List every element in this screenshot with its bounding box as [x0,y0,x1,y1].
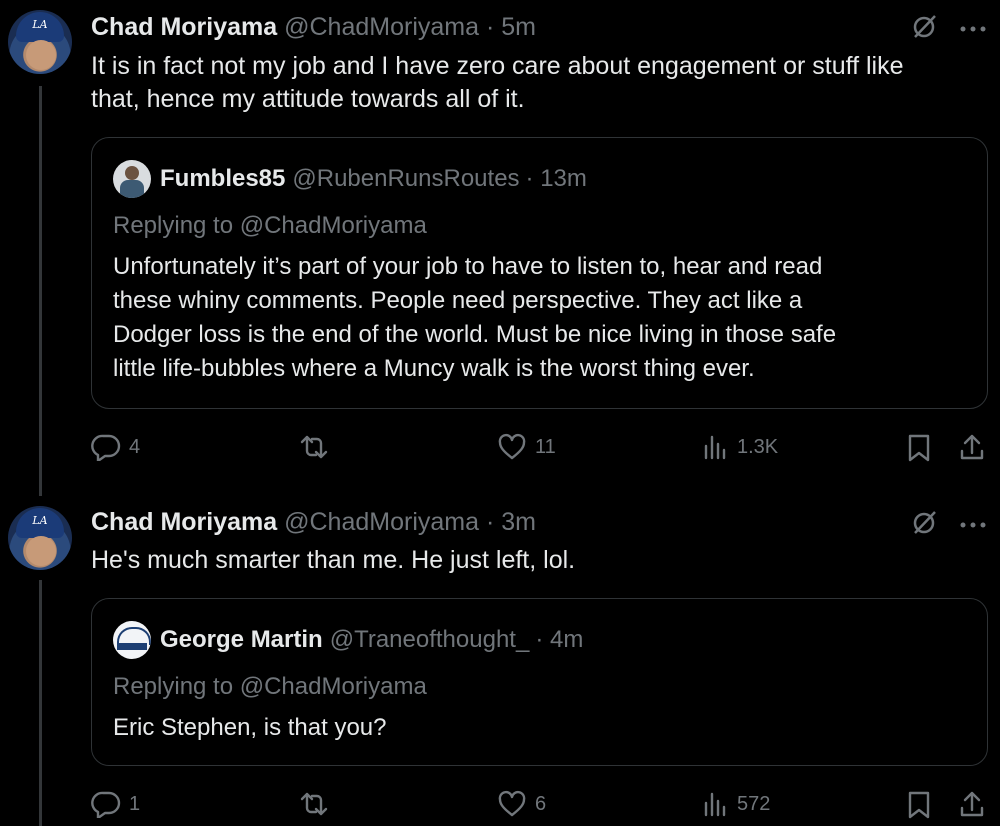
quote-author-name[interactable]: Fumbles85 [160,165,285,193]
tweet-top-icons [910,12,986,45]
tweet-time[interactable]: · 3m [486,508,536,536]
quote-text-line: Dodger loss is the end of the world. Mus… [113,321,837,348]
reply-button[interactable]: 1 [91,790,140,818]
circle-slash-icon[interactable] [910,12,938,45]
quote-text-line: Eric Stephen, is that you? [113,714,387,741]
quote-text-line: Unfortunately it’s part of your job to h… [113,253,823,280]
views-button[interactable]: 1.3K [703,433,778,461]
quote-text-line: these whiny comments. People need perspe… [113,287,803,314]
quote-author-name[interactable]: George Martin [160,626,323,654]
like-button[interactable]: 11 [497,433,556,461]
views-icon [703,433,729,461]
quote-author-handle[interactable]: @RubenRunsRoutes [292,165,519,193]
reply-count: 4 [129,435,141,458]
reply-button[interactable]: 4 [91,433,140,461]
thread-line-bottom [39,580,42,826]
heart-icon [497,790,527,818]
quote-header: George Martin @Traneofthought_ · 4m [113,621,583,659]
ellipsis-icon[interactable] [960,20,986,38]
author-handle[interactable]: @ChadMoriyama [284,508,479,536]
thread-line-top [39,86,42,496]
avatar[interactable]: LA [8,506,72,570]
quote-text-line: little life-bubbles where a Muncy walk i… [113,355,755,382]
replying-to: Replying to @ChadMoriyama [113,673,427,700]
quote-author-handle[interactable]: @Traneofthought_ [330,626,530,654]
views-icon [703,790,729,818]
bookmark-icon[interactable] [907,790,931,825]
like-count: 11 [535,435,556,458]
circle-slash-icon[interactable] [910,508,938,541]
retweet-button[interactable] [298,790,338,818]
tweet-text: He's much smarter than me. He just left,… [91,544,971,577]
views-count: 572 [737,792,771,815]
retweet-button[interactable] [298,433,338,461]
author-name[interactable]: Chad Moriyama [91,13,277,41]
reply-count: 1 [129,792,141,815]
tweet-text-line: that, hence my attitude towards all of i… [91,85,525,113]
retweet-icon [298,433,330,461]
reply-icon [91,433,121,461]
like-button[interactable]: 6 [497,790,546,818]
like-count: 6 [535,792,547,815]
quote-text: Unfortunately it’s part of your job to h… [113,250,963,386]
quote-text: Eric Stephen, is that you? [113,711,963,745]
quote-avatar[interactable] [113,160,151,198]
author-handle[interactable]: @ChadMoriyama [284,13,479,41]
quote-time[interactable]: · 4m [535,626,583,654]
tweet-text: It is in fact not my job and I have zero… [91,50,971,116]
quote-header: Fumbles85 @RubenRunsRoutes · 13m [113,160,587,198]
bookmark-icon[interactable] [907,433,931,468]
avatar[interactable]: LA [8,10,72,74]
quote-avatar[interactable] [113,621,151,659]
tweet-top-icons [910,508,986,541]
tweet-time[interactable]: · 5m [486,13,536,41]
reply-icon [91,790,121,818]
tweet-text-line: It is in fact not my job and I have zero… [91,52,904,80]
quote-time[interactable]: · 13m [526,165,587,193]
share-icon[interactable] [958,432,986,467]
tweet-text-line: He's much smarter than me. He just left,… [91,546,576,574]
views-button[interactable]: 572 [703,790,770,818]
heart-icon [497,433,527,461]
views-count: 1.3K [737,435,779,458]
quoted-tweet[interactable]: Fumbles85 @RubenRunsRoutes · 13m Replyin… [91,137,988,409]
share-icon[interactable] [958,789,986,824]
tweet-header: Chad Moriyama @ChadMoriyama · 5m [91,12,536,42]
author-name[interactable]: Chad Moriyama [91,508,277,536]
quoted-tweet[interactable]: George Martin @Traneofthought_ · 4m Repl… [91,598,988,766]
replying-to: Replying to @ChadMoriyama [113,212,427,239]
retweet-icon [298,790,330,818]
ellipsis-icon[interactable] [960,516,986,534]
tweet-header: Chad Moriyama @ChadMoriyama · 3m [91,507,536,537]
